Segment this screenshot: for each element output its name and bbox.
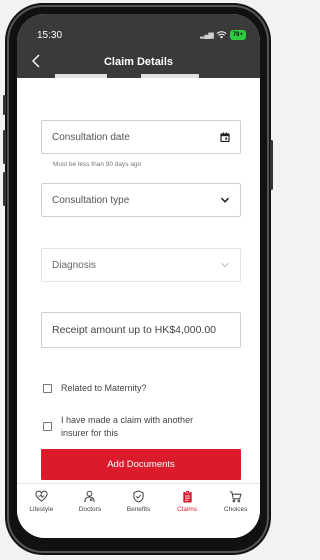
- diagnosis-placeholder: Diagnosis: [52, 259, 96, 271]
- tab-choices[interactable]: Choices: [211, 484, 260, 524]
- cart-icon: [230, 491, 242, 503]
- clipboard-icon: [182, 490, 192, 503]
- other-insurer-checkbox[interactable]: [43, 422, 52, 431]
- phone-side-button: [3, 172, 6, 206]
- consultation-date-hint: Must be less than 90 days ago: [53, 161, 142, 168]
- consultation-date-placeholder: Consultation date: [52, 131, 130, 143]
- phone-side-button: [3, 95, 6, 115]
- tab-label: Benefits: [126, 506, 151, 513]
- header-bar: 15:30 ▂▄▆ 78+ Claim Details: [17, 14, 260, 78]
- tab-label: Choices: [223, 506, 248, 513]
- tab-label: Lifestyle: [29, 506, 54, 513]
- tab-label: Doctors: [78, 506, 102, 513]
- signal-icon: ▂▄▆: [200, 32, 214, 39]
- maternity-checkbox-row[interactable]: Related to Maternity?: [43, 382, 147, 395]
- chevron-down-icon: [221, 262, 229, 268]
- tab-benefits[interactable]: Benefits: [114, 484, 163, 524]
- phone-side-button: [3, 130, 6, 164]
- app-screen: 15:30 ▂▄▆ 78+ Claim Details Consultation…: [17, 14, 260, 538]
- consultation-date-field[interactable]: Consultation date: [41, 120, 241, 154]
- tab-claims[interactable]: Claims: [163, 484, 212, 524]
- chevron-down-icon: [220, 197, 230, 203]
- heart-icon: [35, 490, 48, 502]
- calendar-icon[interactable]: [220, 132, 230, 142]
- shield-check-icon: [133, 490, 144, 503]
- tab-lifestyle[interactable]: Lifestyle: [17, 484, 66, 524]
- receipt-amount-input[interactable]: Receipt amount up to HK$4,000.00: [41, 312, 241, 348]
- consultation-type-placeholder: Consultation type: [52, 194, 130, 206]
- add-documents-button[interactable]: Add Documents: [41, 449, 241, 480]
- claim-form: Consultation date Must be less than 90 d…: [17, 78, 260, 483]
- receipt-amount-placeholder: Receipt amount up to HK$4,000.00: [52, 324, 217, 336]
- tab-doctors[interactable]: Doctors: [66, 484, 115, 524]
- maternity-label: Related to Maternity?: [61, 383, 147, 393]
- battery-indicator: 78+: [229, 30, 246, 40]
- other-insurer-checkbox-row[interactable]: I have made a claim with another insurer…: [43, 414, 193, 440]
- wifi-icon: [216, 31, 227, 39]
- other-insurer-label: I have made a claim with another insurer…: [61, 414, 193, 440]
- tab-label: Claims: [177, 506, 198, 513]
- other-insurer-label-line1: I have made a claim with another: [61, 415, 194, 425]
- phone-side-button: [270, 140, 273, 190]
- bottom-tab-bar: Lifestyle Doctors Benefits Claims Choice…: [17, 483, 260, 524]
- home-indicator-area: [17, 523, 260, 538]
- doctor-icon: [84, 490, 96, 503]
- other-insurer-label-line2: insurer for this: [61, 428, 119, 438]
- status-icons: ▂▄▆ 78+: [200, 30, 246, 40]
- diagnosis-select[interactable]: Diagnosis: [41, 248, 241, 282]
- page-title: Claim Details: [103, 56, 174, 68]
- status-time: 15:30: [37, 30, 63, 41]
- maternity-checkbox[interactable]: [43, 384, 52, 393]
- consultation-type-select[interactable]: Consultation type: [41, 183, 241, 217]
